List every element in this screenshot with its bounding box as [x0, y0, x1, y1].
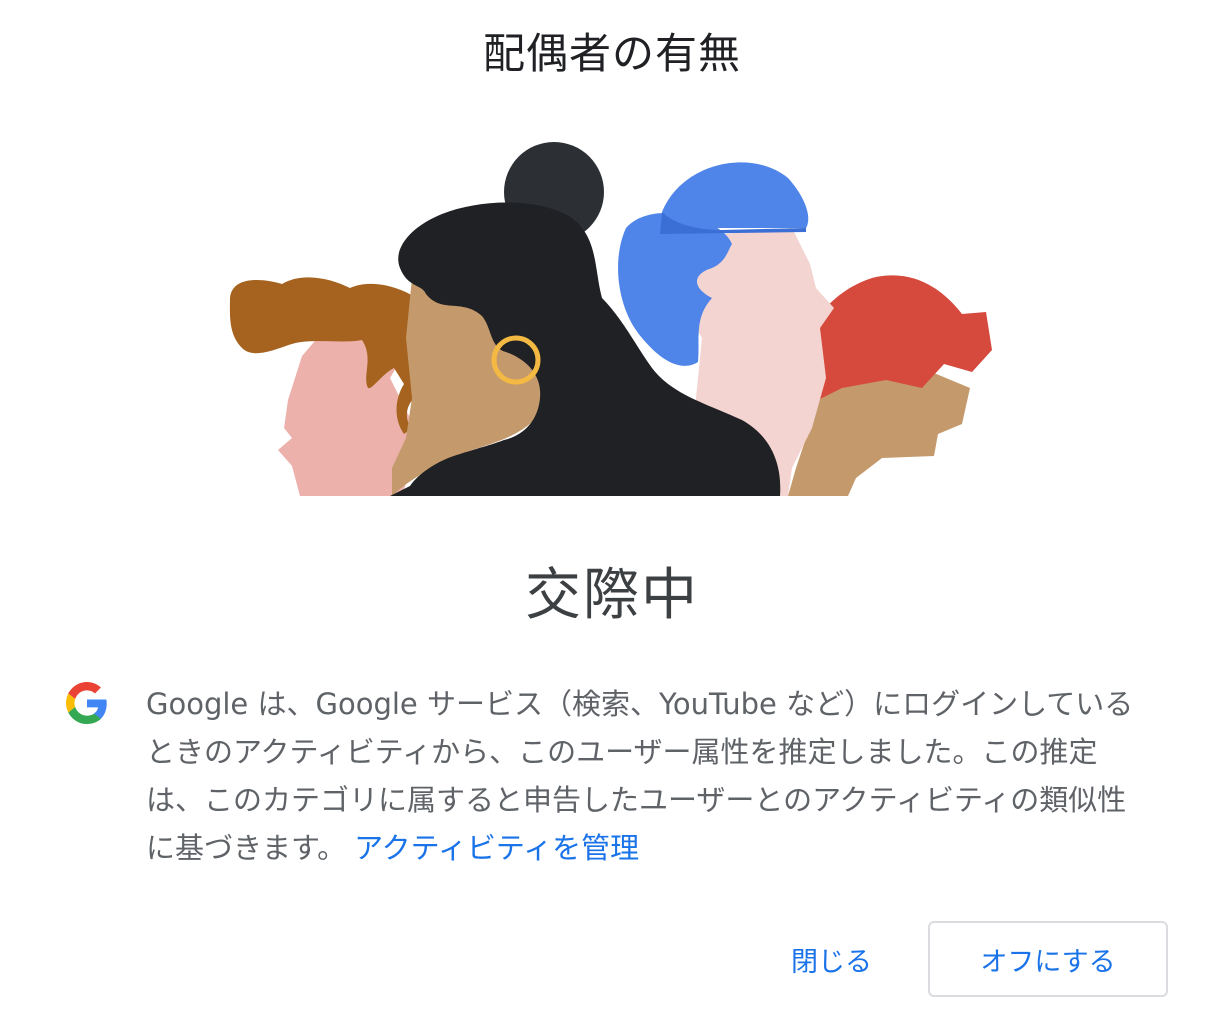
google-g-icon — [66, 682, 108, 724]
info-text: Google は、Google サービス（検索、YouTube など）にログイン… — [146, 687, 1134, 865]
people-illustration — [222, 138, 1002, 498]
turn-off-button[interactable]: オフにする — [928, 921, 1168, 997]
attribute-value: 交際中 — [525, 563, 699, 628]
info-section: Google は、Google サービス（検索、YouTube など）にログイン… — [66, 680, 1166, 870]
attribute-dialog: 配偶者の有無 交際中 Google は、Google サービス（検索、YouTu… — [0, 0, 1224, 1028]
dialog-actions: 閉じる オフにする — [777, 920, 1168, 998]
person-left-figure — [229, 277, 420, 496]
manage-activity-link[interactable]: アクティビティを管理 — [354, 831, 639, 865]
info-description: Google は、Google サービス（検索、YouTube など）にログイン… — [146, 680, 1146, 872]
close-button[interactable]: 閉じる — [777, 940, 886, 979]
dialog-title: 配偶者の有無 — [482, 29, 741, 78]
